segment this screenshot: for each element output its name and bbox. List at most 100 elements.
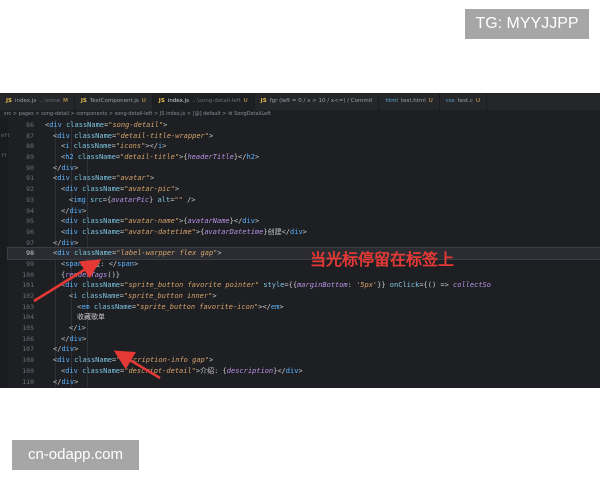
code-token: "avatar-pic" bbox=[124, 185, 175, 194]
code-token: > bbox=[82, 206, 87, 215]
line-number: 96 bbox=[26, 227, 34, 236]
tab-label: fgr (left = 0 / x > 10 / x<=) / Commit bbox=[269, 98, 373, 104]
code-token: }创建</ bbox=[263, 227, 291, 236]
code-line[interactable]: 99 <span>标签: </span> bbox=[8, 259, 600, 270]
code-token: > bbox=[134, 259, 139, 268]
code-token: ={{ bbox=[284, 281, 298, 290]
tab-5[interactable]: css test.c U bbox=[440, 93, 487, 110]
code-token: span bbox=[65, 259, 83, 268]
code-token: avatarDatetime bbox=[204, 227, 264, 236]
code-token: > bbox=[254, 217, 260, 226]
code-token: className bbox=[77, 292, 120, 300]
code-token: }</ bbox=[229, 217, 243, 226]
code-line[interactable]: 106 </div> bbox=[8, 334, 600, 345]
code-token: "song-detail" bbox=[108, 121, 164, 129]
line-number: 92 bbox=[26, 185, 34, 194]
line-number: 106 bbox=[22, 334, 34, 343]
code-token: div bbox=[57, 174, 70, 183]
tab-label: index.js bbox=[167, 98, 189, 104]
code-line[interactable]: 89 <h2 className="detail-title">{headerTi… bbox=[8, 152, 600, 163]
tab-label: index.js bbox=[15, 98, 37, 104]
code-token: div bbox=[69, 334, 83, 343]
explorer-label: ft bbox=[1, 153, 8, 159]
code-token: className bbox=[69, 249, 113, 258]
tab-4[interactable]: html test.html U bbox=[379, 93, 440, 110]
code-line[interactable]: 90 </div> bbox=[8, 163, 600, 174]
tab-path-suffix: ...\song-detail-left bbox=[192, 98, 241, 104]
code-text: <div className="avatar"> bbox=[53, 173, 154, 184]
code-line[interactable]: 87 <div className="detail-title-wrapper"> bbox=[8, 131, 600, 142]
code-token: avatarName bbox=[187, 217, 230, 226]
code-line[interactable]: 110 </div> bbox=[8, 377, 600, 388]
tab-2[interactable]: JS index.js ...\song-detail-left U bbox=[152, 93, 255, 110]
code-line[interactable]: 97 </div> bbox=[8, 238, 600, 249]
code-line[interactable]: 107 </div> bbox=[8, 344, 600, 355]
code-line[interactable]: 103 <em className="sprite_button favorite… bbox=[8, 302, 600, 313]
line-number: 89 bbox=[26, 153, 34, 162]
explorer-edge: eft ft bbox=[0, 119, 10, 388]
code-token: div bbox=[57, 249, 70, 258]
code-text: <div className="avatar-datetime">{avatar… bbox=[61, 227, 307, 238]
line-number: 97 bbox=[26, 238, 34, 247]
line-number: 90 bbox=[26, 163, 34, 172]
code-token: collectSo bbox=[453, 281, 491, 290]
code-token: > bbox=[217, 249, 222, 258]
code-token: className bbox=[61, 121, 105, 129]
code-token: div bbox=[61, 377, 75, 386]
code-token: src bbox=[85, 195, 103, 204]
code-line[interactable]: 86 <div className="song-detail"> bbox=[8, 120, 600, 131]
tab-3[interactable]: JS fgr (left = 0 / x > 10 / x<=) / Commit bbox=[255, 93, 380, 110]
code-line[interactable]: 96 <div className="avatar-datetime">{avat… bbox=[8, 227, 600, 238]
tab-1[interactable]: JS TestComponent.js U bbox=[75, 93, 153, 110]
editor-tab-bar: JS index.js ...\mine M JS TestComponent.js U JS… bbox=[0, 93, 600, 110]
code-line[interactable]: 109 <div className="descript-detail">介绍: … bbox=[8, 366, 600, 377]
code-token: div bbox=[65, 217, 78, 226]
breadcrumb: src > pages > song-detail > components >… bbox=[4, 111, 271, 117]
code-area[interactable]: 86 <div className="song-detail"> 87 <div cl… bbox=[7, 120, 600, 388]
code-line[interactable]: 104 收藏歌单 bbox=[8, 312, 600, 323]
tab-git-status: U bbox=[141, 98, 146, 104]
line-number: 100 bbox=[22, 270, 34, 279]
code-text: <div className="description-info gap"> bbox=[53, 355, 213, 366]
code-token: ></ bbox=[145, 142, 158, 151]
code-line[interactable]: 101 <div className="sprite_button favorit… bbox=[8, 280, 600, 291]
code-line[interactable]: 94 </div> bbox=[8, 206, 600, 217]
code-token: >标签: </ bbox=[82, 259, 118, 268]
code-line[interactable]: 95 <div className="avatar-name">{avatarNa… bbox=[8, 216, 600, 227]
code-token: > bbox=[149, 174, 155, 183]
tab-label: test.html bbox=[400, 98, 426, 104]
tab-label: TestComponent.js bbox=[89, 98, 139, 104]
code-token: className bbox=[77, 281, 121, 290]
code-line[interactable]: 92 <div className="avatar-pic"> bbox=[8, 184, 600, 195]
code-line[interactable]: 93 <img src={avatarPic} alt="" /> bbox=[8, 195, 600, 206]
code-token: description bbox=[226, 366, 274, 375]
code-text: {renderTags()} bbox=[61, 270, 120, 281]
code-token: "detail-title" bbox=[120, 153, 180, 162]
code-token: avatarPic bbox=[111, 195, 150, 204]
tab-git-status: U bbox=[243, 98, 248, 104]
line-number: 105 bbox=[22, 324, 34, 333]
code-token: >介绍: { bbox=[195, 366, 227, 375]
code-token: "" bbox=[174, 195, 183, 204]
code-token: div bbox=[49, 121, 62, 129]
code-token: className bbox=[73, 153, 116, 162]
code-line[interactable]: 98 <div className="label-warpper flex gap… bbox=[7, 247, 600, 260]
code-line[interactable]: 88 <i className="icons"></i> bbox=[8, 141, 600, 152]
line-number: 98 bbox=[26, 249, 34, 258]
code-token: div bbox=[65, 281, 78, 290]
code-editor[interactable]: JS index.js ...\mine M JS TestComponent.js U JS… bbox=[0, 93, 600, 388]
code-line[interactable]: 105 </i> bbox=[8, 323, 600, 334]
code-token: > bbox=[74, 377, 79, 386]
code-text: <div className="detail-title-wrapper"> bbox=[53, 131, 213, 142]
code-line[interactable]: 100 {renderTags()} bbox=[8, 270, 600, 281]
tab-0[interactable]: JS index.js ...\mine M bbox=[0, 93, 75, 110]
code-line[interactable]: 108 <div className="description-info gap"… bbox=[8, 355, 600, 366]
line-number: 93 bbox=[26, 195, 34, 204]
code-line[interactable]: 102 <i className="sprite_button inner"> bbox=[8, 291, 600, 302]
code-token: "avatar" bbox=[116, 174, 150, 183]
code-token: span bbox=[117, 259, 135, 268]
code-line[interactable]: 91 <div className="avatar"> bbox=[8, 173, 600, 184]
code-text: </div> bbox=[61, 334, 86, 345]
line-number: 109 bbox=[22, 366, 34, 375]
code-text: <div className="avatar-name">{avatarName… bbox=[61, 216, 259, 227]
